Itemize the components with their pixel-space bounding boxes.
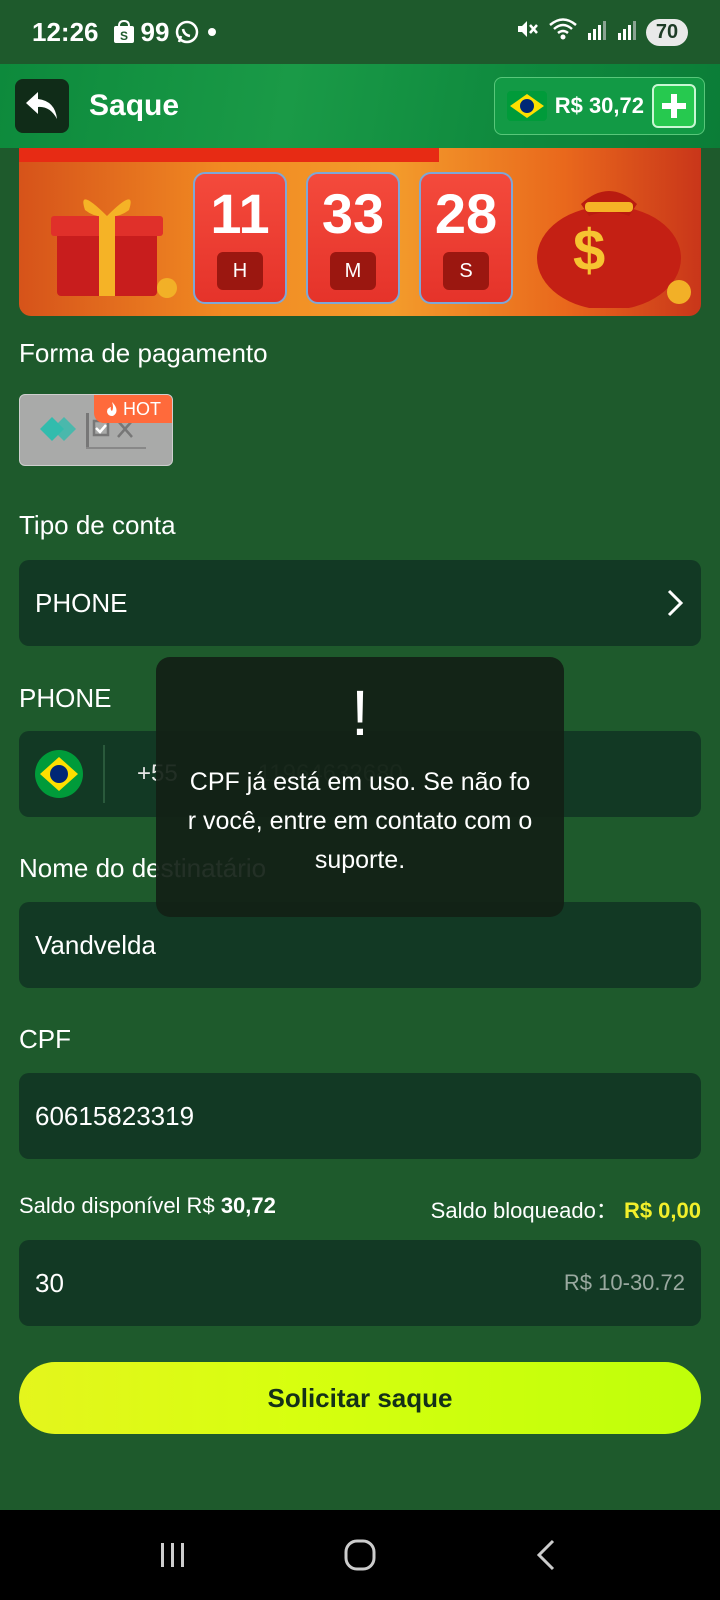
timer-minutes-unit: M (330, 252, 376, 290)
flame-icon (107, 402, 117, 416)
timer-seconds: 28 S (419, 172, 513, 304)
hot-badge: HOT (94, 395, 172, 423)
timer-seconds-value: 28 (434, 182, 498, 245)
timer-minutes: 33 M (306, 172, 400, 304)
wifi-icon (548, 17, 578, 48)
error-toast: ! CPF já está em uso. Se não for você, e… (156, 657, 564, 917)
cpf-value: 60615823319 (35, 1100, 195, 1131)
money-bag-icon: $ (537, 191, 691, 308)
gift-box-icon (51, 199, 177, 298)
withdraw-amount-value: 30 (35, 1267, 64, 1298)
svg-text:S: S (119, 29, 127, 43)
phone-label: PHONE (19, 683, 112, 713)
plus-icon (662, 94, 686, 118)
back-nav-icon[interactable] (527, 1535, 567, 1575)
whatsapp-icon (175, 20, 199, 44)
page-title: Saque (89, 89, 180, 122)
recipient-name-value: Vandvelda (35, 929, 156, 960)
home-icon[interactable] (340, 1535, 380, 1575)
cpf-field[interactable]: 60615823319 (19, 1073, 701, 1159)
status-icons: 70 (516, 17, 688, 48)
blocked-balance-label: Saldo bloqueado： (430, 1198, 618, 1223)
balance-info-row: Saldo disponível R$ 30,72 Saldo bloquead… (19, 1193, 701, 1225)
blocked-balance-value: R$ 0,00 (623, 1198, 701, 1223)
pix-payment-option[interactable]: HOT (19, 394, 173, 466)
app-header: Saque R$ 30,72 (0, 64, 720, 148)
hot-badge-label: HOT (123, 398, 161, 419)
signal-icon (586, 17, 608, 48)
timer-hours-value: 11 (210, 182, 270, 245)
available-balance-label: Saldo disponível R$ (19, 1193, 215, 1218)
back-button[interactable] (15, 79, 69, 133)
signal-icon-2 (616, 17, 638, 48)
deposit-plus-button[interactable] (652, 84, 696, 128)
svg-text:$: $ (573, 218, 605, 283)
timer-hours-unit: H (217, 252, 263, 290)
recent-apps-icon[interactable] (153, 1535, 193, 1575)
timer-seconds-unit: S (443, 252, 489, 290)
available-balance-value: 30,72 (220, 1193, 276, 1218)
toast-message: CPF já está em uso. Se não for você, ent… (187, 768, 533, 874)
timer-hours: 11 H (193, 172, 287, 304)
shopping-bag-icon: S (113, 20, 135, 44)
system-nav-bar (0, 1510, 720, 1600)
payment-method-label: Forma de pagamento (19, 338, 268, 368)
phone-divider (103, 745, 105, 803)
mute-icon (516, 17, 540, 48)
account-type-label: Tipo de conta (19, 510, 176, 540)
brazil-flag-icon[interactable] (35, 750, 83, 798)
withdraw-range-hint: R$ 10-30.72 (563, 1270, 685, 1295)
exclamation-icon: ! (351, 677, 369, 749)
banner-strip (19, 148, 439, 162)
request-withdrawal-button[interactable]: Solicitar saque (19, 1362, 701, 1434)
account-type-value: PHONE (35, 587, 128, 618)
back-arrow-icon (26, 92, 57, 119)
brazil-flag-icon (506, 91, 547, 121)
withdraw-amount-field[interactable]: 30 R$ 10-30.72 (19, 1240, 701, 1326)
battery-indicator: 70 (646, 18, 688, 46)
dot-icon (205, 25, 219, 39)
status-bar: 12:26 S 99 70 (0, 0, 720, 64)
chevron-right-icon (667, 589, 684, 617)
notification-count: 99 (140, 16, 170, 47)
cpf-label: CPF (19, 1024, 71, 1054)
account-type-select[interactable]: PHONE (19, 560, 701, 646)
timer-minutes-value: 33 (321, 182, 385, 245)
balance-widget[interactable]: R$ 30,72 (493, 77, 705, 135)
clock: 12:26 (32, 16, 99, 47)
available-balance: Saldo disponível R$ 30,72 (19, 1193, 276, 1225)
blocked-balance: Saldo bloqueado： R$ 0,00 (431, 1193, 701, 1225)
balance-amount: R$ 30,72 (554, 93, 644, 118)
promo-banner[interactable]: $ 11 H 33 M 28 S (19, 148, 701, 316)
